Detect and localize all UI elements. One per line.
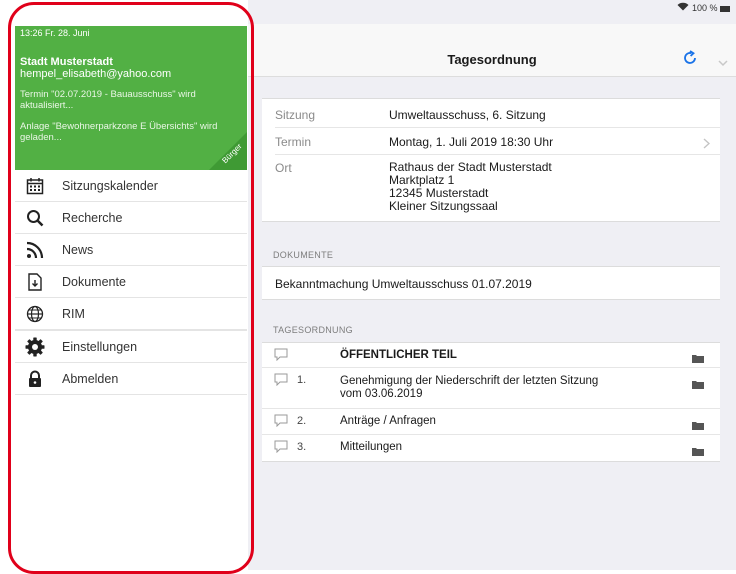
agenda-list: ÖFFENTLICHER TEIL 1. Genehmigung der Nie… (262, 342, 720, 462)
divider (275, 154, 720, 155)
folder-icon[interactable] (692, 417, 704, 435)
sidebar-item-label: Abmelden (62, 371, 119, 386)
wifi-icon (677, 2, 692, 13)
chevron-down-icon[interactable] (718, 54, 728, 72)
termin-label: Termin (275, 135, 312, 149)
rss-icon (24, 239, 46, 261)
account-email: hempel_elisabeth@yahoo.com (20, 68, 172, 80)
sidebar-item-sitzungskalender[interactable]: Sitzungskalender (15, 170, 247, 202)
sidebar-item-dokumente[interactable]: Dokumente (15, 266, 247, 298)
sitzung-label: Sitzung (275, 108, 316, 122)
account-name: Stadt Musterstadt (20, 56, 113, 68)
sidebar-menu: Sitzungskalender Recherche News Dokument… (15, 170, 247, 395)
sidebar-item-rim[interactable]: RIM (15, 298, 247, 330)
page-title: Tagesordnung (447, 52, 537, 67)
agenda-number: 1. (297, 374, 307, 386)
ort-value: Rathaus der Stadt Musterstadt Marktplatz… (389, 161, 552, 213)
agenda-item[interactable]: ÖFFENTLICHER TEIL (262, 343, 720, 368)
document-item[interactable]: Bekanntmachung Umweltausschuss 01.07.201… (275, 277, 532, 291)
agenda-item[interactable]: 3. Mitteilungen (262, 434, 720, 460)
account-header: 13:26 Fr. 28. Juni Stadt Musterstadt hem… (15, 26, 247, 170)
document-icon (24, 271, 46, 293)
sidebar-item-label: Recherche (62, 210, 123, 225)
sidebar-item-news[interactable]: News (15, 234, 247, 266)
comment-icon[interactable] (274, 348, 288, 366)
battery-icon (720, 5, 730, 12)
globe-icon (24, 303, 46, 325)
agenda-title: Genehmigung der Niederschrift der letzte… (340, 375, 599, 400)
sidebar-item-abmelden[interactable]: Abmelden (15, 363, 247, 395)
document-list: Bekanntmachung Umweltausschuss 01.07.201… (262, 266, 720, 300)
device-status: 100 % (677, 2, 730, 13)
sync-message: Anlage "Bewohnerparkzone E Übersichts" w… (20, 121, 218, 143)
sidebar-item-label: Sitzungskalender (62, 178, 158, 193)
meeting-info-card: Sitzung Umweltausschuss, 6. Sitzung Term… (262, 98, 720, 222)
sidebar-item-label: Dokumente (62, 274, 126, 289)
ort-label: Ort (275, 161, 292, 175)
sitzung-value: Umweltausschuss, 6. Sitzung (389, 108, 546, 122)
search-icon (24, 207, 46, 229)
main-panel: 100 % Tagesordnung Sitzung Umweltausschu… (248, 0, 736, 570)
agenda-number: 3. (297, 441, 307, 453)
termin-row[interactable]: Termin Montag, 1. Juli 2019 18:30 Uhr (262, 128, 720, 154)
agenda-title: Anträge / Anfragen (340, 415, 436, 427)
folder-icon[interactable] (692, 350, 704, 368)
chevron-right-icon (703, 136, 711, 154)
battery-level: 100 % (691, 3, 718, 13)
agenda-section-title: TAGESORDNUNG (273, 325, 353, 335)
agenda-item[interactable]: 2. Anträge / Anfragen (262, 408, 720, 435)
sidebar-item-label: Einstellungen (62, 339, 138, 354)
comment-icon[interactable] (274, 373, 288, 391)
folder-icon[interactable] (692, 376, 704, 394)
comment-icon[interactable] (274, 414, 288, 432)
agenda-title: ÖFFENTLICHER TEIL (340, 349, 457, 361)
sidebar-item-einstellungen[interactable]: Einstellungen (15, 330, 247, 363)
ort-line: Kleiner Sitzungssaal (389, 199, 498, 213)
sidebar-item-recherche[interactable]: Recherche (15, 202, 247, 234)
sidebar: 13:26 Fr. 28. Juni Stadt Musterstadt hem… (15, 26, 247, 570)
calendar-icon (24, 175, 46, 197)
documents-section-title: DOKUMENTE (273, 250, 334, 260)
sidebar-item-label: News (62, 242, 94, 257)
agenda-item[interactable]: 1. Genehmigung der Niederschrift der let… (262, 367, 720, 409)
comment-icon[interactable] (274, 440, 288, 458)
termin-value: Montag, 1. Juli 2019 18:30 Uhr (389, 135, 554, 149)
gear-icon (24, 336, 46, 358)
lock-icon (24, 368, 46, 390)
sync-message: Termin "02.07.2019 - Bauausschuss" wird … (20, 89, 196, 111)
refresh-icon[interactable] (682, 50, 698, 71)
folder-icon[interactable] (692, 443, 704, 461)
agenda-number: 2. (297, 415, 307, 427)
sidebar-item-label: RIM (62, 306, 85, 321)
agenda-title: Mitteilungen (340, 441, 403, 453)
status-time: 13:26 Fr. 28. Juni (20, 28, 90, 38)
navigation-bar: Tagesordnung (248, 24, 736, 77)
